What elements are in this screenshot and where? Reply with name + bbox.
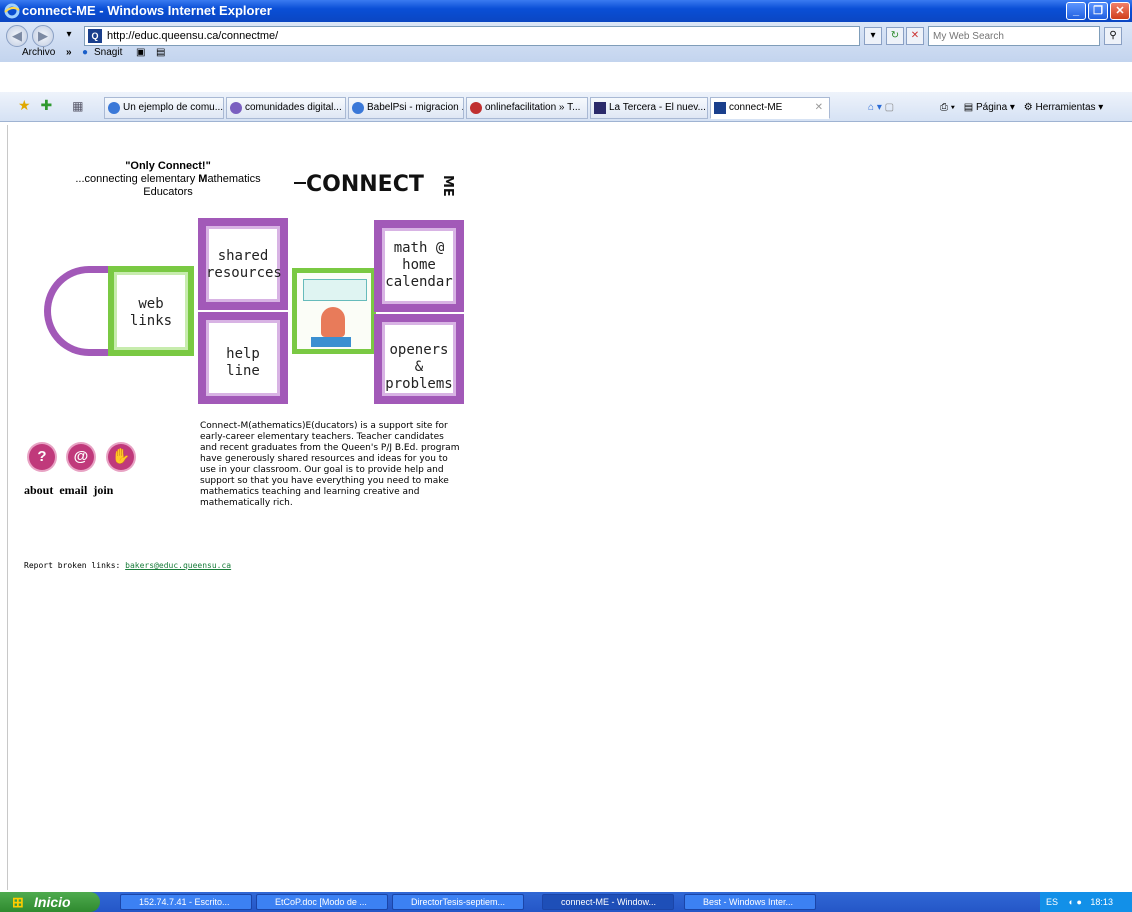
favorites-star-icon[interactable]: ★ [18,97,31,113]
menu-snagit[interactable]: Snagit [94,47,122,58]
math-at-home-calendar-tile[interactable]: math @ home calendar [374,220,464,312]
close-button[interactable]: ✕ [1110,2,1130,20]
search-input[interactable] [929,27,1099,45]
title-bar: connect-ME - Windows Internet Explorer _… [0,0,1132,22]
web-links-tile[interactable]: web links [108,266,194,356]
window-title: connect-ME - Windows Internet Explorer [22,3,272,18]
close-tab-icon[interactable]: ✕ [815,98,823,118]
address-bar-area: ◀ ▶ ▾ Q http://educ.queensu.ca/connectme… [0,22,1132,62]
windows-flag-icon: ⊞ [12,894,24,910]
taskbar-item[interactable]: DirectorTesis-septiem... [392,894,524,910]
url-text: http://educ.queensu.ca/connectme/ [107,30,279,42]
math-picture[interactable] [292,268,376,354]
history-dropdown-icon[interactable]: ▾ [60,27,78,45]
svg-text:CONNECT: CONNECT [306,172,424,197]
tab-item[interactable]: Un ejemplo de comu... [104,97,224,119]
home-icon[interactable]: ⌂ ▾ ▢ [868,97,894,119]
site-favicon-icon [714,102,726,114]
svg-text:ME: ME [440,175,455,197]
openers-problems-tile[interactable]: openers & problems [374,314,464,404]
taskbar-item[interactable]: 152.74.7.41 - Escrito... [120,894,252,910]
snagit-edit-icon[interactable]: ▤ [156,47,165,58]
page-icon [594,102,606,114]
address-field[interactable]: Q http://educ.queensu.ca/connectme/ [84,26,860,46]
snagit-icon[interactable]: ● [82,47,88,58]
ie-page-icon [108,102,120,114]
report-email-link[interactable]: bakers@educ.queensu.ca [125,561,231,570]
clock[interactable]: 18:13 [1090,897,1113,907]
about-link[interactable]: about [24,483,53,497]
taskbar: ⊞ Inicio 152.74.7.41 - Escrito... EtCoP.d… [0,892,1132,912]
system-tray: ES ◐ ● 18:13 [1040,892,1132,912]
search-box[interactable] [928,26,1100,46]
tagline: "Only Connect!" ...connecting elementary… [48,160,288,199]
report-links: Report broken links: bakers@educ.queensu… [24,561,232,570]
picture-base [311,337,351,347]
page-menu[interactable]: ▤ Página ▾ [964,102,1015,113]
tools-menu: ⎙ ▾ ▤ Página ▾ ⚙ Herramientas ▾ [940,97,1103,119]
add-favorite-icon[interactable]: ✚ [40,97,52,113]
circle-labels: about email join [24,483,119,498]
only-connect-heading: "Only Connect!" [125,160,211,172]
join-icon[interactable]: ✋ [108,444,134,470]
openers-problems-label: openers & problems [385,342,453,392]
tab-item[interactable]: onlinefacilitation » T... [466,97,588,119]
about-icon[interactable]: ? [29,444,55,470]
minimize-button[interactable]: _ [1066,2,1086,20]
tab-connect-me[interactable]: connect-ME ✕ [710,97,830,119]
page-icon [230,102,242,114]
tab-item[interactable]: BabelPsi - migracion ... [348,97,464,119]
tab-item[interactable]: La Tercera - El nuev... [590,97,708,119]
forward-button[interactable]: ▶ [32,25,54,47]
maximize-button[interactable]: ❐ [1088,2,1108,20]
taskbar-item-active[interactable]: connect-ME - Window... [542,894,674,910]
shared-resources-tile[interactable]: shared resources [198,218,288,310]
refresh-icon[interactable]: ↻ [886,27,904,45]
taskbar-item[interactable]: Best - Windows Inter... [684,894,816,910]
connect-me-logo: CONNECT ME [294,172,455,197]
quick-tabs-icon[interactable]: ▦ [72,99,83,113]
favorites-icons: ★ ✚ ▦ [18,97,83,114]
math-banner [303,279,367,301]
ie-page-icon [352,102,364,114]
join-link[interactable]: join [93,483,113,497]
tools-button[interactable]: ⚙ Herramientas ▾ [1024,102,1104,113]
print-icon[interactable]: ⎙ ▾ [940,102,955,113]
page-icon [470,102,482,114]
tray-icons[interactable]: ◐ ● [1069,897,1082,907]
help-line-tile[interactable]: help line [198,312,288,404]
page-content [7,125,1125,890]
menu-more-icon[interactable]: » [66,47,72,58]
child-reading-image [321,307,345,337]
tab-item[interactable]: comunidades digital... [226,97,346,119]
start-button[interactable]: ⊞ Inicio [0,892,100,912]
shared-resources-label: shared resources [206,248,282,281]
snagit-window-icon[interactable]: ▣ [136,47,145,58]
email-link[interactable]: email [59,483,87,497]
web-links-label: web links [129,296,173,329]
search-icon[interactable]: ⚲ [1104,27,1122,45]
ie-logo-icon [4,3,20,19]
taskbar-item[interactable]: EtCoP.doc [Modo de ... [256,894,388,910]
back-button[interactable]: ◀ [6,25,28,47]
math-at-home-label: math @ home calendar [385,240,453,290]
help-line-label: help line [226,346,260,379]
stop-icon[interactable]: ✕ [906,27,924,45]
language-indicator[interactable]: ES [1046,897,1058,907]
site-favicon-icon: Q [88,29,102,43]
site-description: Connect-M(athematics)E(ducators) is a su… [200,421,460,508]
address-dropdown-icon[interactable]: ▾ [864,27,882,45]
menu-archivo[interactable]: Archivo [22,47,55,58]
email-icon[interactable]: @ [68,444,94,470]
